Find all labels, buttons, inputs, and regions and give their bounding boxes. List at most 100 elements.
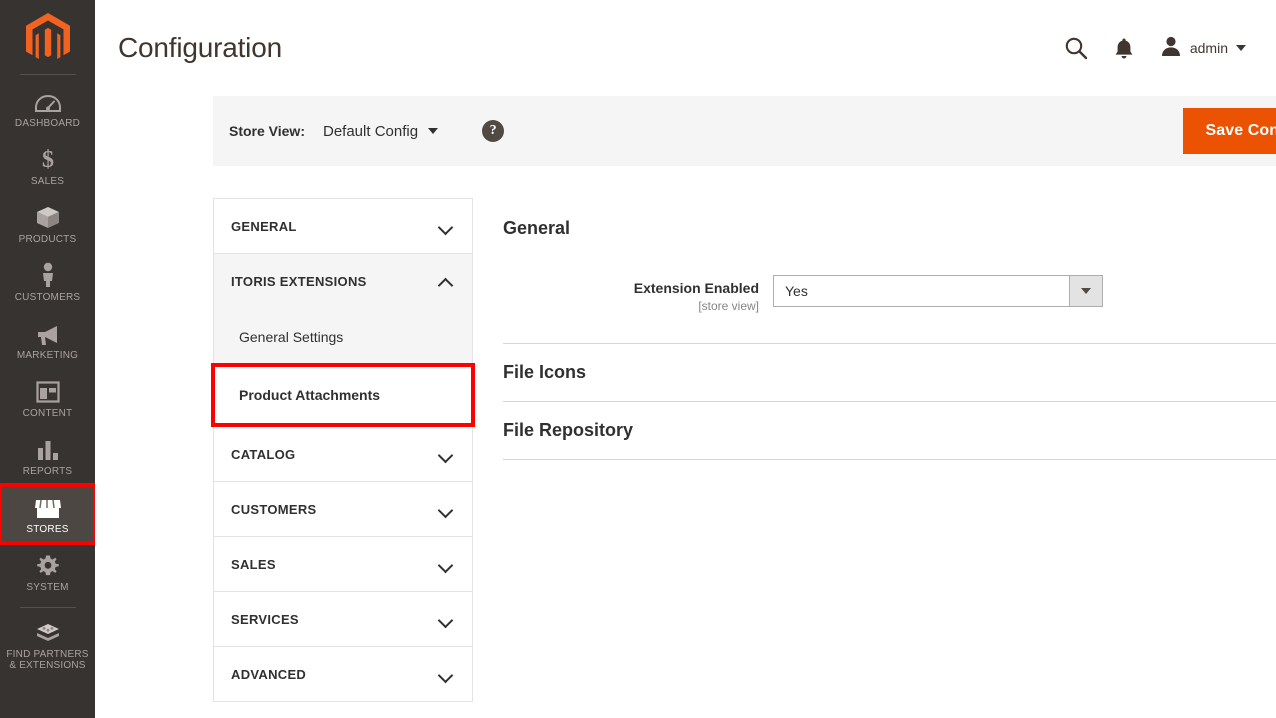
- fieldset-header-file-repository[interactable]: File Repository: [503, 402, 1276, 459]
- sidebar-item-label: Marketing: [16, 350, 79, 361]
- save-config-button[interactable]: Save Config: [1183, 108, 1276, 154]
- box-icon: [35, 204, 61, 230]
- page-title: Configuration: [118, 32, 282, 63]
- select-caret-down-icon[interactable]: [1069, 276, 1102, 306]
- chevron-down-icon: [439, 560, 452, 568]
- sidebar-item-sales[interactable]: $ Sales: [0, 137, 95, 195]
- configuration-nav: General Itoris Extensions General Settin…: [211, 198, 475, 702]
- config-section-customers: Customers: [214, 482, 472, 537]
- config-section-header-advanced[interactable]: Advanced: [214, 647, 472, 701]
- config-subitem-label: Product Attachments: [239, 387, 381, 403]
- store-view-selected-value: Default Config: [323, 122, 419, 140]
- sidebar-item-label: Find Partners & Extensions: [6, 649, 89, 671]
- sidebar-item-stores[interactable]: Stores: [0, 483, 95, 545]
- storefront-icon: [34, 494, 62, 520]
- store-view-bar: Store View: Default Config ? Save Config: [213, 96, 1276, 166]
- dollar-sign-icon: $: [39, 146, 57, 172]
- config-section-sales: Sales: [214, 537, 472, 592]
- field-label-column: Extension Enabled [store view]: [503, 275, 773, 313]
- field-scope-label: [store view]: [698, 299, 759, 313]
- config-section-catalog: Catalog: [214, 427, 472, 482]
- fieldset-body-general: Extension Enabled [store view] Yes: [503, 249, 1276, 343]
- sidebar-divider: [19, 607, 76, 608]
- config-section-title: Customers: [231, 501, 317, 517]
- config-section-title: Advanced: [231, 666, 307, 682]
- chevron-down-icon: [439, 670, 452, 678]
- fieldset-title: General: [503, 218, 571, 238]
- person-icon: [39, 262, 57, 288]
- config-subitem-label: General Settings: [239, 329, 344, 345]
- config-section-title: Catalog: [231, 446, 296, 462]
- page-header: Configuration admin: [95, 0, 1276, 96]
- chevron-down-icon: [439, 222, 452, 230]
- config-section-title: Services: [231, 611, 299, 627]
- gear-icon: [36, 552, 60, 578]
- header-actions: admin: [1064, 35, 1246, 62]
- layout-page-icon: [35, 378, 60, 404]
- bell-icon[interactable]: [1114, 37, 1134, 60]
- config-section-itoris-extensions: Itoris Extensions General Settings Produ…: [211, 254, 475, 427]
- sidebar-item-dashboard[interactable]: Dashboard: [0, 79, 95, 137]
- puzzle-block-icon: [35, 619, 61, 645]
- dashboard-gauge-icon: [34, 88, 61, 114]
- sidebar-item-label: Products: [18, 234, 77, 245]
- search-icon[interactable]: [1064, 36, 1088, 60]
- config-section-header-catalog[interactable]: Catalog: [214, 427, 472, 481]
- caret-down-icon: [428, 128, 439, 134]
- extension-enabled-select[interactable]: Yes: [773, 275, 1103, 307]
- fieldset-title: File Repository: [503, 420, 634, 440]
- admin-user-menu[interactable]: admin: [1160, 35, 1246, 62]
- sidebar-item-customers[interactable]: Customers: [0, 253, 95, 311]
- sidebar-item-system[interactable]: System: [0, 543, 95, 601]
- select-selected-value: Yes: [785, 283, 808, 299]
- config-section-title: Sales: [231, 556, 276, 572]
- main-content-column: Configuration admin Store View: Default …: [95, 0, 1276, 718]
- config-section-header-services[interactable]: Services: [214, 592, 472, 646]
- user-avatar-icon: [1160, 35, 1182, 62]
- magento-logo[interactable]: [0, 0, 95, 72]
- config-section-advanced: Advanced: [214, 647, 472, 702]
- sidebar-item-label: Reports: [22, 466, 73, 477]
- sidebar-item-products[interactable]: Products: [0, 195, 95, 253]
- sidebar-item-marketing[interactable]: Marketing: [0, 311, 95, 369]
- config-section-header-itoris-extensions[interactable]: Itoris Extensions: [214, 254, 472, 308]
- configuration-panel: General Extension Enabled [store view] Y…: [503, 198, 1276, 702]
- admin-configuration-page: Dashboard $ Sales Produ: [0, 0, 1276, 718]
- config-section-services: Services: [214, 592, 472, 647]
- sidebar-item-content[interactable]: Content: [0, 369, 95, 427]
- caret-down-icon: [1236, 45, 1246, 51]
- config-subnav-itoris-extensions: General Settings Product Attachments: [211, 308, 475, 427]
- config-section-title: General: [231, 218, 297, 234]
- field-label: Extension Enabled: [633, 280, 759, 296]
- config-section-title: Itoris Extensions: [231, 273, 367, 289]
- config-section-header-sales[interactable]: Sales: [214, 537, 472, 591]
- sidebar-item-label: Customers: [14, 292, 81, 303]
- magento-logo-icon: [25, 13, 70, 59]
- fieldset-title: File Icons: [503, 362, 587, 382]
- admin-sidebar: Dashboard $ Sales Produ: [0, 0, 95, 718]
- sidebar-item-find-partners-extensions[interactable]: Find Partners & Extensions: [0, 610, 95, 679]
- chevron-up-icon: [439, 277, 452, 285]
- config-section-general: General: [214, 199, 472, 254]
- sidebar-item-label: Sales: [30, 176, 65, 187]
- configuration-body: General Itoris Extensions General Settin…: [211, 198, 1276, 702]
- megaphone-icon: [35, 320, 61, 346]
- sidebar-item-label: Dashboard: [14, 118, 81, 129]
- chevron-down-icon: [439, 615, 452, 623]
- config-section-header-customers[interactable]: Customers: [214, 482, 472, 536]
- help-icon[interactable]: ?: [482, 120, 505, 142]
- sidebar-item-label: System: [26, 582, 69, 593]
- store-view-switcher[interactable]: Default Config: [323, 122, 439, 140]
- svg-text:$: $: [42, 147, 54, 172]
- config-subitem-product-attachments[interactable]: Product Attachments: [211, 363, 475, 427]
- sidebar-item-label: Content: [22, 408, 73, 419]
- fieldset-header-general[interactable]: General: [503, 210, 1276, 249]
- sidebar-item-reports[interactable]: Reports: [0, 427, 95, 485]
- config-subitem-general-settings[interactable]: General Settings: [214, 308, 472, 366]
- fieldset-general: General Extension Enabled [store view] Y…: [503, 210, 1276, 344]
- field-extension-enabled: Extension Enabled [store view] Yes: [503, 275, 1276, 313]
- config-section-header-general[interactable]: General: [214, 199, 472, 253]
- sidebar-nav-list: Dashboard $ Sales Produ: [0, 75, 95, 679]
- bar-chart-icon: [36, 436, 60, 462]
- fieldset-header-file-icons[interactable]: File Icons: [503, 344, 1276, 401]
